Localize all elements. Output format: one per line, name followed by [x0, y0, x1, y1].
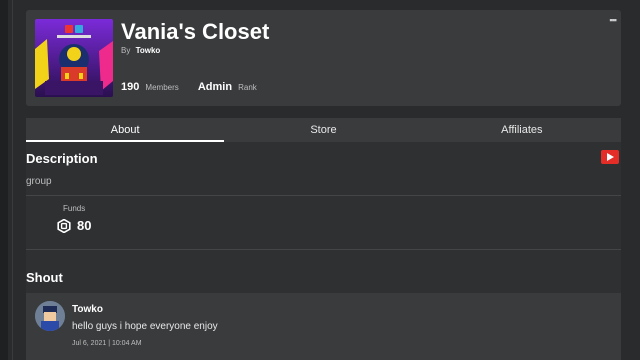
tab-affiliates[interactable]: Affiliates — [423, 118, 621, 142]
tab-about[interactable]: About — [26, 118, 225, 142]
group-name: Vania's Closet — [121, 19, 270, 44]
funds-value: 80 — [77, 218, 92, 233]
funds-row: 80 — [57, 218, 91, 233]
left-edge — [0, 0, 8, 360]
by-label: By — [121, 46, 131, 55]
shout-timestamp: Jul 6, 2021 | 10:04 AM — [72, 340, 142, 347]
shout-heading: Shout — [26, 270, 63, 285]
shout-card: Towko hello guys i hope everyone enjoy J… — [26, 293, 621, 360]
group-stats: 190 Members Admin Rank — [121, 81, 273, 93]
left-divider — [12, 0, 13, 360]
group-owner-line: By Towko — [121, 46, 160, 55]
rank-label: Rank — [238, 83, 257, 92]
funds-label: Funds — [63, 204, 86, 213]
divider — [26, 249, 621, 250]
tab-store[interactable]: Store — [224, 118, 422, 142]
group-tabs: About Store Affiliates — [26, 118, 621, 142]
owner-link[interactable]: Towko — [136, 46, 161, 55]
divider — [26, 195, 621, 196]
group-emblem[interactable] — [35, 19, 113, 97]
group-header: Vania's Closet By Towko 190 Members Admi… — [26, 10, 621, 106]
youtube-icon[interactable] — [601, 150, 619, 164]
more-dots-icon[interactable]: ▪▪▪ — [609, 16, 617, 25]
shout-author[interactable]: Towko — [72, 304, 103, 315]
description-text: group — [26, 176, 52, 187]
robux-icon — [57, 218, 71, 233]
members-count: 190 — [121, 81, 140, 93]
avatar[interactable] — [35, 301, 65, 331]
about-panel: Description group Funds 80 Shout Towko h… — [26, 142, 621, 360]
members-label: Members — [145, 83, 179, 92]
rank-value: Admin — [197, 81, 233, 93]
description-heading: Description — [26, 151, 98, 166]
shout-message: hello guys i hope everyone enjoy — [72, 321, 218, 332]
